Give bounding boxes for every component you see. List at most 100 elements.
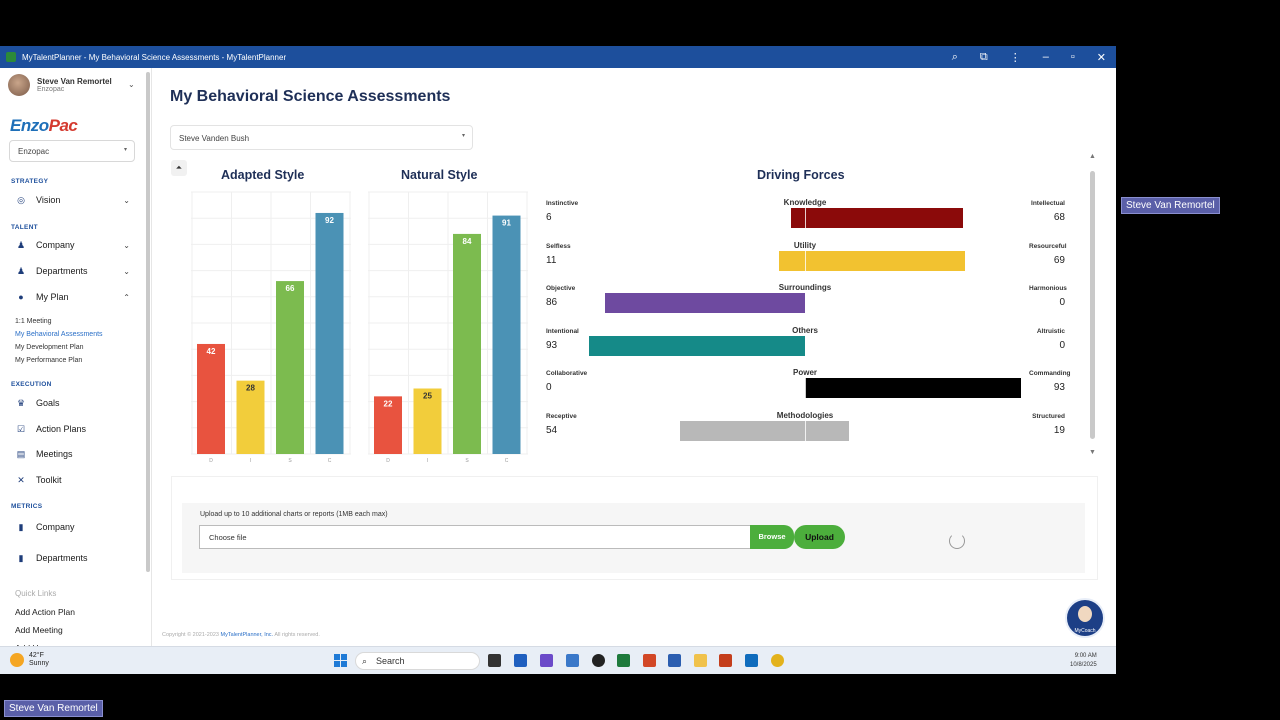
person-select[interactable]: Steve Vanden Bush ▾ [170,125,473,150]
sidebar-item-my-plan[interactable]: ● My Plan ⌃ [15,291,130,303]
company-select[interactable]: Enzopac ▾ [9,140,135,162]
df-left-value: 0 [546,382,552,394]
sidebar-item-metrics-company[interactable]: ▮ Company [15,521,130,533]
section-metrics: METRICS [11,503,43,510]
app-icon [6,52,16,62]
app-icon-chart[interactable] [566,654,579,667]
bar-chart-icon: ▮ [18,552,24,563]
copyright: Copyright © 2021-2023 MyTalentPlanner, I… [162,632,320,638]
search-icon: ⌕ [362,656,368,666]
natural-tick-label: I [427,458,428,464]
df-center-marker [805,293,806,314]
df-left-label: Collaborative [546,370,588,378]
subnav-1-1-meeting[interactable]: 1:1 Meeting [15,318,52,325]
excel-icon[interactable] [617,654,630,667]
close-button[interactable]: ✕ [1097,51,1106,64]
title-bar: MyTalentPlanner - My Behavioral Science … [0,46,1116,68]
sidebar-item-vision[interactable]: ◎ Vision ⌄ [15,194,130,206]
df-force-name: Surroundings [778,283,832,293]
quick-links-heading: Quick Links [15,589,57,598]
participant-name-tag: Steve Van Remortel [4,700,103,717]
add-action-plan-link[interactable]: Add Action Plan [15,607,75,617]
file-explorer-icon[interactable] [694,654,707,667]
natural-tick-label: D [386,458,390,464]
powerpoint-icon[interactable] [719,654,732,667]
chat-icon: ▤ [16,448,26,459]
df-left-value: 54 [546,425,558,436]
df-right-label: Intellectual [1031,200,1065,207]
content-scrollbar[interactable]: ▲ ▼ [1089,153,1096,463]
adapted-tick-label: S [288,458,292,464]
collapse-icon[interactable]: ⏶ [171,160,187,176]
subnav-performance-plan[interactable]: My Performance Plan [15,357,82,364]
sidebar-item-company[interactable]: ♟ Company ⌄ [15,239,130,251]
chevron-down-icon: ⌄ [123,266,130,276]
subnav-development-plan[interactable]: My Development Plan [15,344,83,351]
word-icon[interactable] [668,654,681,667]
chrome-icon[interactable] [771,654,784,667]
subnav-behavioral-assessments[interactable]: My Behavioral Assessments [15,331,103,338]
windows-start-icon[interactable] [334,654,347,667]
df-right-value: 0 [1059,297,1065,309]
system-clock[interactable]: 9:00 AM 10/8/2025 [1070,652,1097,670]
maximize-button[interactable]: ▫ [1071,51,1075,63]
xbox-icon[interactable] [592,654,605,667]
company-link[interactable]: MyTalentPlanner, Inc. [220,632,273,638]
browse-button[interactable]: Browse [750,525,794,549]
df-center-marker [805,378,806,399]
sidebar-item-toolkit[interactable]: ✕ Toolkit [15,474,130,486]
taskbar-search[interactable]: ⌕ Search [355,652,480,670]
chevron-down-icon: ⌄ [123,240,130,250]
upload-button[interactable]: Upload [794,525,845,549]
defender-icon[interactable] [514,654,527,667]
mycoach-button[interactable]: MyCoach [1065,598,1105,638]
coach-avatar-icon [1078,606,1092,622]
weather-widget[interactable]: 42°F Sunny [10,652,49,668]
df-bar-utility [779,250,966,271]
sidebar-item-goals[interactable]: ♛ Goals [15,397,130,409]
more-icon[interactable]: ⋮ [1010,51,1021,64]
outlook-icon[interactable] [745,654,758,667]
df-center-marker [805,250,806,271]
sidebar-item-meetings[interactable]: ▤ Meetings [15,448,130,460]
df-left-label: Intentional [546,327,579,335]
sidebar-item-action-plans[interactable]: ☑ Action Plans [15,423,130,435]
bar-chart-icon: ▮ [18,521,24,532]
df-left-value: 11 [546,254,557,266]
adapted-value-label: 42 [207,347,216,356]
adapted-style-title: Adapted Style [221,168,305,182]
app-window: MyTalentPlanner - My Behavioral Science … [0,46,1116,674]
chevron-down-icon[interactable]: ⌄ [128,80,135,89]
window-title: MyTalentPlanner - My Behavioral Science … [22,52,287,62]
pinned-app-icon[interactable] [643,654,656,667]
teams-icon[interactable] [540,654,553,667]
df-left-value: 93 [546,339,558,351]
departments-icon: ♟ [16,265,26,276]
sidebar-scrollbar[interactable] [146,72,150,572]
adapted-style-chart: 42 D 28 I 66 S 92 C [191,191,351,464]
sidebar: Steve Van Remortel Enzopac ⌄ EnzoPac Enz… [0,68,152,647]
zoom-icon[interactable]: ⌕ [952,51,958,64]
sidebar-item-departments[interactable]: ♟ Departments ⌄ [15,265,130,277]
section-strategy: STRATEGY [11,178,49,185]
df-center-marker [805,421,806,441]
upload-card: Upload up to 10 additional charts or rep… [171,476,1098,580]
df-bar-knowledge [791,208,963,228]
driving-forces-title: Driving Forces [757,168,845,182]
sidebar-item-metrics-departments[interactable]: ▮ Departments [15,552,130,564]
extensions-icon[interactable]: ⧉ [980,51,988,64]
task-view-icon[interactable] [488,654,501,667]
df-left-label: Instinctive [546,200,579,207]
company-logo: EnzoPac [10,116,78,135]
df-right-value: 0 [1059,339,1065,351]
add-meeting-link[interactable]: Add Meeting [15,625,63,635]
file-input[interactable]: Choose file [199,525,751,549]
minimize-button[interactable]: – [1043,51,1049,63]
adapted-value-label: 92 [325,216,334,225]
natural-value-label: 25 [423,392,432,401]
natural-style-title: Natural Style [401,168,478,182]
df-left-label: Selfless [546,242,571,250]
natural-value-label: 22 [384,399,393,408]
user-profile[interactable]: Steve Van Remortel Enzopac [8,74,112,96]
company-icon: ♟ [16,239,26,250]
